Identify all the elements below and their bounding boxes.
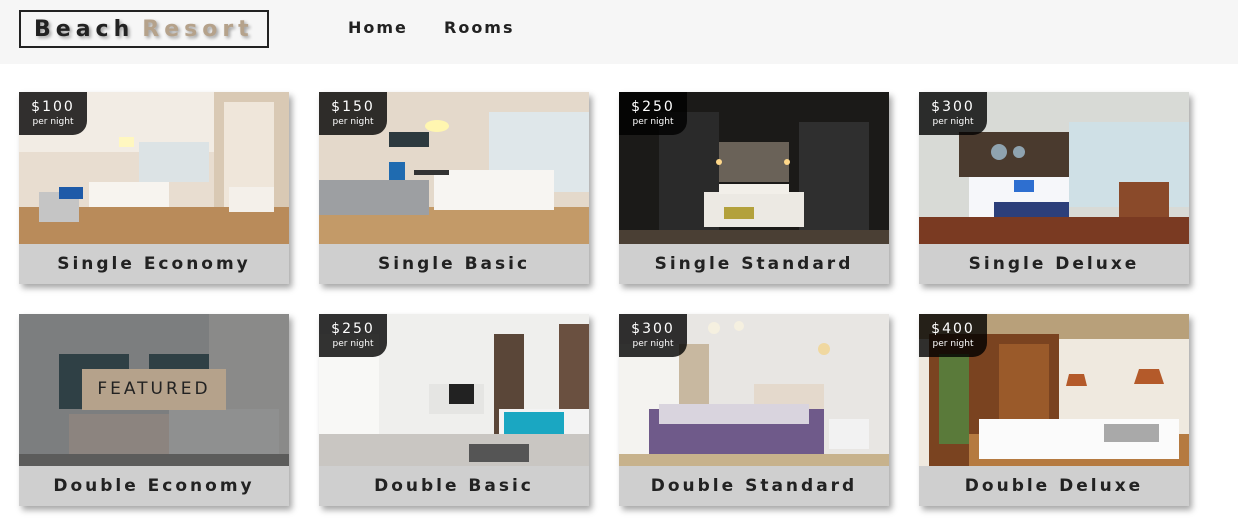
- price-tag: $150 per night: [319, 92, 387, 135]
- room-title: Double Basic: [319, 466, 589, 506]
- room-card-single-deluxe[interactable]: $300 per night Single Deluxe: [919, 92, 1189, 284]
- brand-logo[interactable]: Beach Resort: [19, 10, 269, 48]
- room-card-double-economy[interactable]: FEATURED Double Economy: [19, 314, 289, 506]
- price-unit: per night: [332, 117, 374, 127]
- room-card-single-economy[interactable]: $100 per night Single Economy: [19, 92, 289, 284]
- price-tag: $300 per night: [919, 92, 987, 135]
- price-unit: per night: [32, 117, 74, 127]
- price-unit: per night: [632, 117, 674, 127]
- room-title: Single Deluxe: [919, 244, 1189, 284]
- price-amount: $400: [931, 321, 975, 337]
- room-title: Double Economy: [19, 466, 289, 506]
- price-unit: per night: [332, 339, 374, 349]
- price-unit: per night: [632, 339, 674, 349]
- price-unit: per night: [932, 117, 974, 127]
- room-card-double-deluxe[interactable]: $400 per night Double Deluxe: [919, 314, 1189, 506]
- nav-home-link[interactable]: Home: [348, 18, 408, 37]
- price-tag: $250 per night: [319, 314, 387, 357]
- room-title: Double Standard: [619, 466, 889, 506]
- price-tag: $300 per night: [619, 314, 687, 357]
- price-tag: $400 per night: [919, 314, 987, 357]
- price-amount: $250: [631, 99, 675, 115]
- price-tag: $250 per night: [619, 92, 687, 135]
- price-tag: $100 per night: [19, 92, 87, 135]
- room-title: Single Economy: [19, 244, 289, 284]
- brand-word-1: Beach: [34, 17, 135, 42]
- price-unit: per night: [932, 339, 974, 349]
- navbar: Beach Resort Home Rooms: [0, 0, 1238, 64]
- room-title: Single Standard: [619, 244, 889, 284]
- price-amount: $300: [931, 99, 975, 115]
- room-card-single-basic[interactable]: $150 per night Single Basic: [319, 92, 589, 284]
- price-amount: $300: [631, 321, 675, 337]
- room-card-double-standard[interactable]: $300 per night Double Standard: [619, 314, 889, 506]
- brand-word-2: Resort: [142, 17, 254, 42]
- room-card-double-basic[interactable]: $250 per night Double Basic: [319, 314, 589, 506]
- room-title: Single Basic: [319, 244, 589, 284]
- price-amount: $100: [31, 99, 75, 115]
- nav-rooms-link[interactable]: Rooms: [444, 18, 515, 37]
- room-card-single-standard[interactable]: $250 per night Single Standard: [619, 92, 889, 284]
- room-title: Double Deluxe: [919, 466, 1189, 506]
- price-amount: $250: [331, 321, 375, 337]
- featured-badge: FEATURED: [82, 369, 226, 410]
- price-amount: $150: [331, 99, 375, 115]
